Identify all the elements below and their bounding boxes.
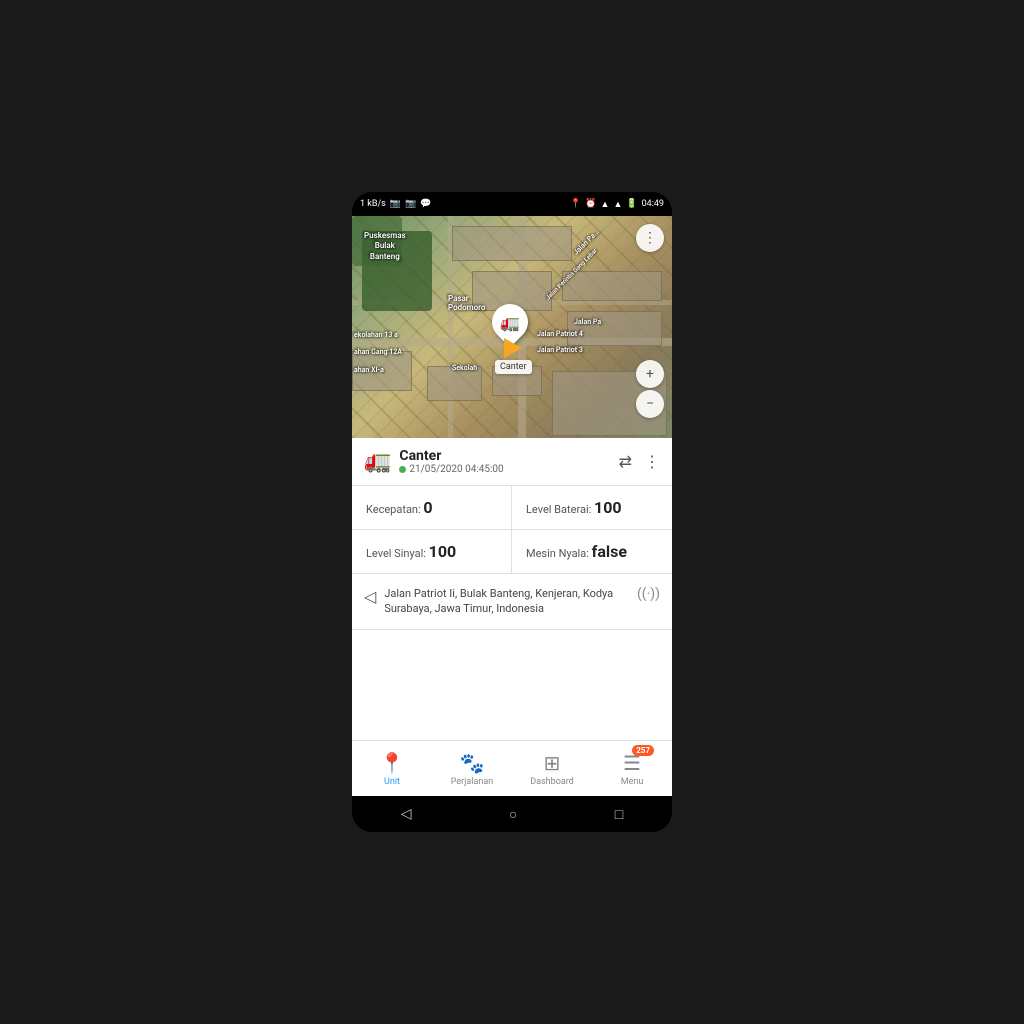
map-label-gang12: ahan Gang 12A: [354, 348, 402, 356]
stat-label-2: Level Sinyal:: [366, 547, 429, 560]
instagram-icon: 📷: [390, 199, 401, 209]
info-panel: 🚛 Canter 21/05/2020 04:45:00 ⇄ ⋮ Kecepat…: [352, 438, 672, 796]
stat-kecepatan: Kecepatan: 0: [352, 486, 512, 530]
location-icon: 📍: [570, 199, 581, 209]
stat-value-3: false: [592, 542, 627, 561]
vehicle-timestamp: 21/05/2020 04:45:00: [409, 464, 503, 475]
vehicle-info: Canter 21/05/2020 04:45:00: [399, 448, 618, 475]
vehicle-header: 🚛 Canter 21/05/2020 04:45:00 ⇄ ⋮: [352, 438, 672, 486]
truck-icon: 🚛: [500, 313, 520, 332]
android-nav: ◁ ○ □: [352, 796, 672, 832]
stat-baterai: Level Baterai: 100: [512, 486, 672, 530]
stats-grid: Kecepatan: 0 Level Baterai: 100 Level Si…: [352, 486, 672, 574]
nav-perjalanan[interactable]: 🐾 Perjalanan: [432, 741, 512, 796]
camera-icon: 📷: [405, 199, 416, 209]
minus-icon: −: [646, 396, 654, 412]
nav-unit[interactable]: 📍 Unit: [352, 741, 432, 796]
address-text: Jalan Patriot Ii, Bulak Banteng, Kenjera…: [384, 586, 629, 617]
status-left: 1 kB/s 📷 📷 💬: [360, 199, 431, 209]
broadcast-icon[interactable]: ((·)): [637, 586, 660, 602]
stat-label-0: Kecepatan:: [366, 503, 423, 516]
building-3: [562, 271, 662, 301]
status-right: 📍 ⏰ ▲ ▲ 🔋 04:49: [570, 199, 664, 210]
more-options-icon[interactable]: ⋮: [644, 452, 660, 471]
vehicle-actions: ⇄ ⋮: [619, 452, 660, 471]
map-label-sekolahan: ekolahan 13 a: [354, 331, 398, 339]
status-bar: 1 kB/s 📷 📷 💬 📍 ⏰ ▲ ▲ 🔋 04:49: [352, 192, 672, 216]
clock: 04:49: [642, 199, 664, 209]
route-icon[interactable]: ⇄: [619, 452, 632, 471]
zoom-out-button[interactable]: −: [636, 390, 664, 418]
zoom-in-button[interactable]: +: [636, 360, 664, 388]
stat-sinyal: Level Sinyal: 100: [352, 530, 512, 573]
recents-button[interactable]: □: [615, 806, 623, 823]
signal-icon: ▲: [613, 199, 622, 210]
more-dots-icon: ⋮: [643, 230, 657, 246]
vehicle-icon-display: 🚛: [364, 449, 391, 474]
whatsapp-icon: 💬: [420, 199, 431, 209]
direction-arrow: [504, 338, 522, 358]
stat-mesin: Mesin Nyala: false: [512, 530, 672, 573]
map-label-sekolah: Sekolah: [452, 364, 477, 372]
vehicle-name: Canter: [399, 448, 618, 464]
nav-dashboard[interactable]: ⊞ Dashboard: [512, 741, 592, 796]
map-label-patriot3: Jalan Patriot 3: [537, 346, 583, 354]
stat-value-0: 0: [423, 498, 432, 517]
spacer: [352, 630, 672, 740]
nav-menu-label: Menu: [621, 777, 644, 787]
wifi-icon: ▲: [601, 199, 610, 210]
map-label-xi: ahan XI-a: [354, 366, 384, 374]
alarm-icon: ⏰: [585, 199, 596, 209]
truck-marker: 🚛: [492, 304, 528, 340]
map-label-puskesmas: PuskesmasBulakBanteng: [364, 231, 406, 262]
map-more-button[interactable]: ⋮: [636, 224, 664, 252]
unit-icon: 📍: [380, 751, 405, 775]
plus-icon: +: [646, 366, 654, 382]
nav-unit-label: Unit: [384, 777, 400, 787]
navigation-icon: ◁: [364, 587, 376, 606]
map-label-patriot4: Jalan Patriot 4: [537, 330, 583, 338]
vehicle-time: 21/05/2020 04:45:00: [399, 464, 618, 475]
map-area[interactable]: PuskesmasBulakBanteng PasarPodomoro ekol…: [352, 216, 672, 438]
map-label-pasar: PasarPodomoro: [448, 294, 485, 312]
nav-menu[interactable]: 257 ☰ Menu: [592, 741, 672, 796]
dashboard-icon: ⊞: [544, 751, 561, 775]
battery-icon: 🔋: [626, 199, 637, 209]
stat-value-1: 100: [594, 498, 622, 517]
zoom-controls: + −: [636, 360, 664, 418]
address-row: ◁ Jalan Patriot Ii, Bulak Banteng, Kenje…: [352, 574, 672, 630]
building-4: [567, 311, 662, 346]
marker-label: Canter: [495, 360, 532, 374]
home-button[interactable]: ○: [509, 806, 517, 823]
map-label-jalan-pa2: Jalan Pa: [574, 318, 601, 326]
bottom-nav: 📍 Unit 🐾 Perjalanan ⊞ Dashboard 257 ☰ Me…: [352, 740, 672, 796]
direction-marker: Canter: [495, 338, 532, 374]
perjalanan-icon: 🐾: [460, 751, 485, 775]
stat-label-1: Level Baterai:: [526, 503, 594, 516]
back-button[interactable]: ◁: [401, 806, 412, 822]
menu-badge: 257: [632, 745, 654, 756]
stat-label-3: Mesin Nyala:: [526, 547, 592, 560]
nav-dashboard-label: Dashboard: [530, 777, 574, 787]
stat-value-2: 100: [429, 542, 457, 561]
building-1: [452, 226, 572, 261]
phone-frame: 1 kB/s 📷 📷 💬 📍 ⏰ ▲ ▲ 🔋 04:49: [352, 192, 672, 832]
data-speed: 1 kB/s: [360, 199, 386, 209]
nav-perjalanan-label: Perjalanan: [451, 777, 493, 787]
online-indicator: [399, 466, 406, 473]
